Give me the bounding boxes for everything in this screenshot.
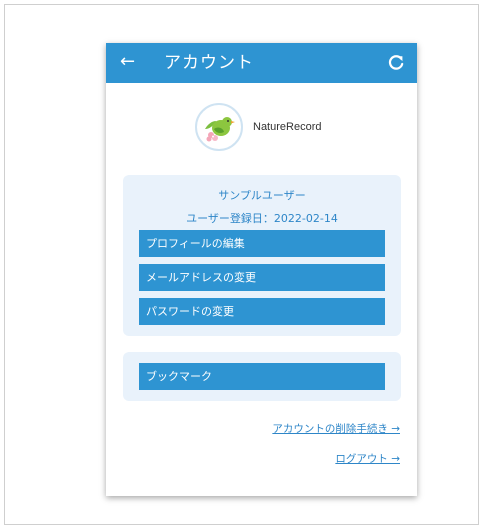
user-name: サンプルユーザー xyxy=(218,189,306,202)
bird-logo-icon xyxy=(195,103,243,151)
app-bar: ← アカウント xyxy=(106,43,417,83)
brand-name: NatureRecord xyxy=(253,121,322,133)
delete-account-link[interactable]: アカウントの削除手続き → xyxy=(272,421,400,436)
edit-profile-button[interactable]: プロフィールの編集 xyxy=(139,230,385,257)
change-password-button[interactable]: パスワードの変更 xyxy=(139,298,385,325)
registration-date: ユーザー登録日：2022-02-14 xyxy=(186,212,338,225)
logout-link[interactable]: ログアウト → xyxy=(335,451,400,466)
bookmark-card: ブックマーク xyxy=(123,352,401,401)
profile-card: サンプルユーザー ユーザー登録日：2022-02-14 プロフィールの編集 メー… xyxy=(123,175,401,336)
screenshot-frame: ← アカウント NatureRecord サンプルユーザー ユーザー登録日：20… xyxy=(4,4,479,525)
phone-screen: ← アカウント NatureRecord サンプルユーザー ユーザー登録日：20… xyxy=(106,43,417,496)
brand-logo: NatureRecord xyxy=(195,101,321,153)
page-title: アカウント xyxy=(164,53,254,73)
bookmark-button[interactable]: ブックマーク xyxy=(139,363,385,390)
refresh-icon[interactable] xyxy=(386,53,406,73)
change-email-button[interactable]: メールアドレスの変更 xyxy=(139,264,385,291)
back-arrow-icon[interactable]: ← xyxy=(120,50,135,74)
